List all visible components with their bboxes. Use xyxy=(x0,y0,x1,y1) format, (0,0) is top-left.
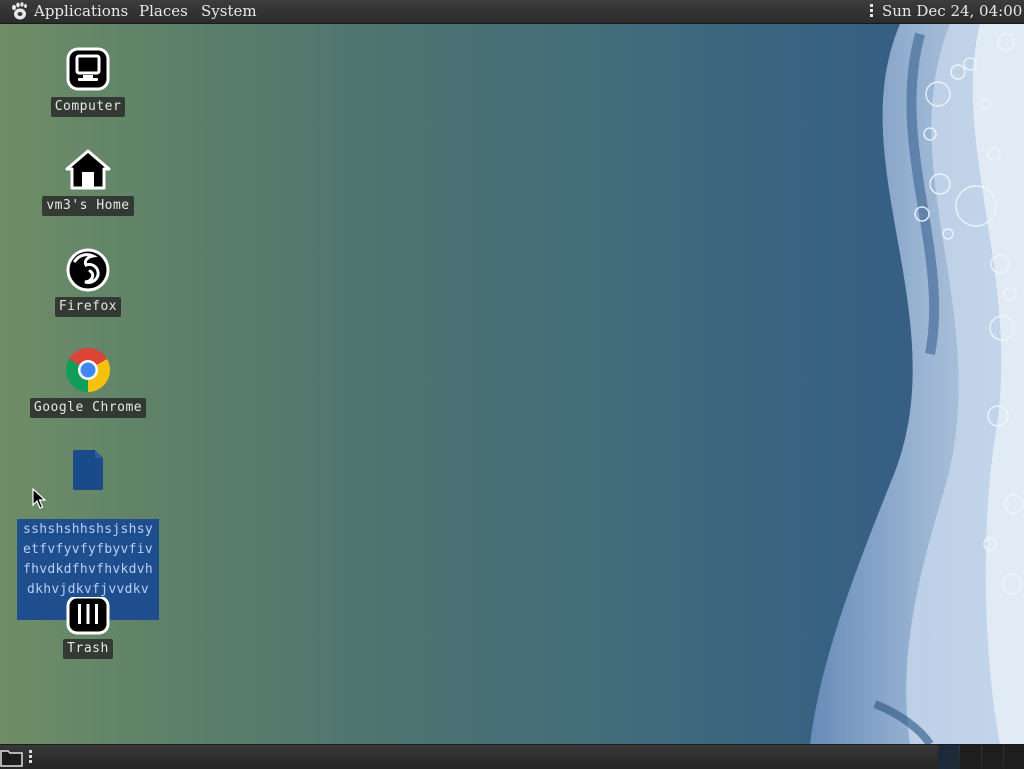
top-panel: Applications Places System Sun Dec 24, 0… xyxy=(0,0,1024,24)
trash-icon xyxy=(66,597,110,635)
desktop-icon-label: vm3's Home xyxy=(42,196,134,216)
chrome-icon xyxy=(66,348,110,392)
firefox-icon xyxy=(66,248,110,292)
gnome-foot-icon[interactable] xyxy=(9,1,29,21)
desktop-icon-label: Firefox xyxy=(54,297,122,317)
desktop-icon-label: Google Chrome xyxy=(29,398,147,418)
workspace-switcher-2[interactable] xyxy=(960,745,981,769)
clock[interactable]: Sun Dec 24, 04:00 xyxy=(882,0,1022,22)
menu-places[interactable]: Places xyxy=(139,0,188,23)
document-icon xyxy=(73,450,103,490)
desktop-icon-home[interactable]: vm3's Home xyxy=(13,148,163,216)
desktop-icon-chrome[interactable]: Google Chrome xyxy=(13,346,163,418)
home-icon xyxy=(65,149,111,190)
menu-system[interactable]: System xyxy=(201,0,257,23)
workspace-switcher-1[interactable] xyxy=(938,745,959,769)
computer-icon xyxy=(66,47,110,91)
wallpaper-wave-art xyxy=(810,24,1024,744)
bottom-panel xyxy=(0,744,1024,769)
desktop-icon-trash[interactable]: Trash xyxy=(13,597,163,659)
workspace-switcher-4[interactable] xyxy=(1004,745,1024,769)
menu-applications[interactable]: Applications xyxy=(34,0,128,23)
desktop-icon-firefox[interactable]: Firefox xyxy=(13,247,163,317)
desktop-icon-label: Trash xyxy=(63,639,113,659)
desktop-icon-computer[interactable]: Computer xyxy=(13,47,163,117)
panel-handle-icon[interactable] xyxy=(29,750,33,765)
show-desktop-icon[interactable] xyxy=(0,747,24,767)
panel-handle-icon[interactable] xyxy=(869,4,874,19)
workspace-switcher-3[interactable] xyxy=(982,745,1003,769)
desktop-icon-label: Computer xyxy=(50,97,126,117)
desktop[interactable]: Computer vm3's Home Firefox Google Chrom… xyxy=(0,24,1024,744)
mouse-pointer-icon xyxy=(32,488,46,509)
